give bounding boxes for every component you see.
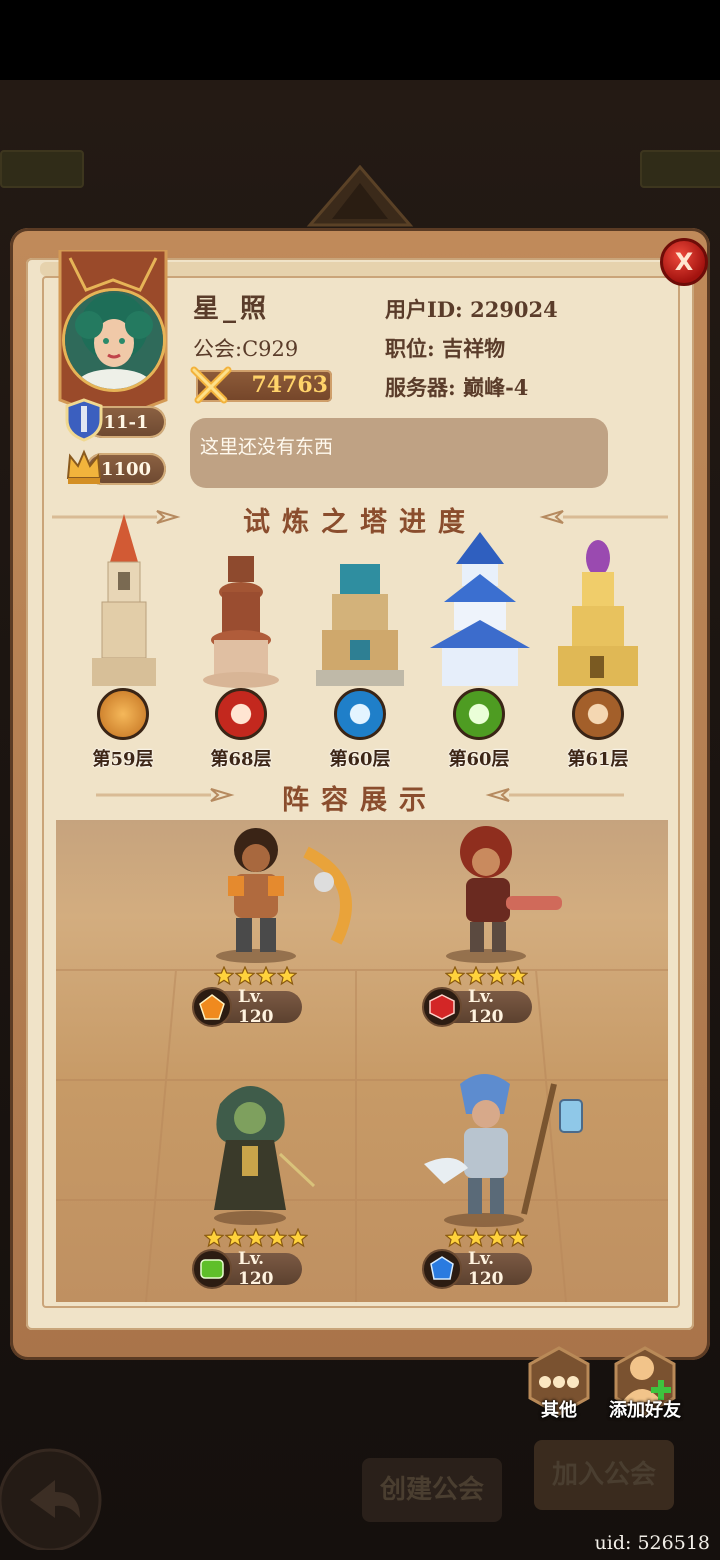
star-icon [235,966,255,986]
other-button[interactable]: 其他 [509,1396,609,1422]
join-guild-button[interactable]: 加入公会 [534,1440,674,1510]
tower-2-icon [203,556,279,688]
player-name: 星_照 [193,294,271,324]
guild-label: 公会:C929 [193,337,299,361]
tower-4-icon [430,532,530,686]
hero-2-gem [422,987,462,1027]
create-guild-button[interactable]: 创建公会 [362,1458,502,1522]
star-icon [508,1228,528,1248]
hero-1-stars [214,966,297,986]
motto-text: 这里还没有东西 [200,436,334,458]
star-icon [246,1228,266,1248]
user-id-label: 用户ID: 229024 [385,297,558,322]
close-button[interactable]: X [660,238,708,286]
shield-icon [65,398,103,442]
star-icon [445,966,465,986]
hero-4-stars [445,1228,528,1248]
star-icon [508,966,528,986]
position-label: 职位: 吉祥物 [385,336,506,361]
tower-3-icon [316,564,404,686]
background-ornament-icon [306,165,414,227]
star-icon [225,1228,245,1248]
star-icon [256,966,276,986]
tower-2-emblem [215,688,267,740]
tower-5-emblem [572,688,624,740]
uid-label: uid: 526518 [594,1532,710,1554]
tower-1-icon [92,514,156,686]
lineup-title: 阵容展示 [282,785,438,816]
tower-3-floor: 第60层 [329,749,391,770]
hero-1-gem [192,987,232,1027]
hero-2-figure[interactable] [426,822,570,964]
star-icon [487,966,507,986]
hero-1-figure[interactable] [196,822,380,964]
power-value: 74763 [251,372,328,398]
green-gem-icon [200,1259,224,1279]
background-right-banner [640,150,720,188]
orange-gem-icon [199,994,225,1020]
star-icon [277,966,297,986]
back-arrow-icon[interactable] [0,1440,110,1550]
crossed-swords-icon [190,366,232,404]
star-icon [204,1228,224,1248]
player-avatar[interactable] [62,288,166,392]
add-friend-button[interactable]: 添加好友 [595,1396,695,1422]
tower-3-emblem [334,688,386,740]
star-icon [487,1228,507,1248]
hero-3-figure[interactable] [190,1074,320,1226]
blue-gem-icon [430,1256,454,1280]
server-label: 服务器: 巅峰-4 [385,375,529,400]
tower-5-floor: 第61层 [567,749,629,770]
star-icon [214,966,234,986]
hero-4-figure[interactable] [404,1064,594,1228]
star-icon [466,1228,486,1248]
tower-1-emblem [97,688,149,740]
hero-2-stars [445,966,528,986]
tower-5-icon [558,540,638,686]
hero-4-gem [422,1249,462,1289]
background-left-banner [0,150,84,188]
crown-icon [66,449,102,484]
star-icon [466,966,486,986]
tower-4-emblem [453,688,505,740]
hero-3-stars [204,1228,308,1248]
red-gem-icon [429,994,455,1020]
star-icon [445,1228,465,1248]
tower-4-floor: 第60层 [448,749,510,770]
hero-3-gem [192,1249,232,1289]
tower-2-floor: 第68层 [210,749,272,770]
top-black-bar [0,0,720,80]
star-icon [267,1228,287,1248]
star-icon [288,1228,308,1248]
tower-1-floor: 第59层 [92,749,154,770]
